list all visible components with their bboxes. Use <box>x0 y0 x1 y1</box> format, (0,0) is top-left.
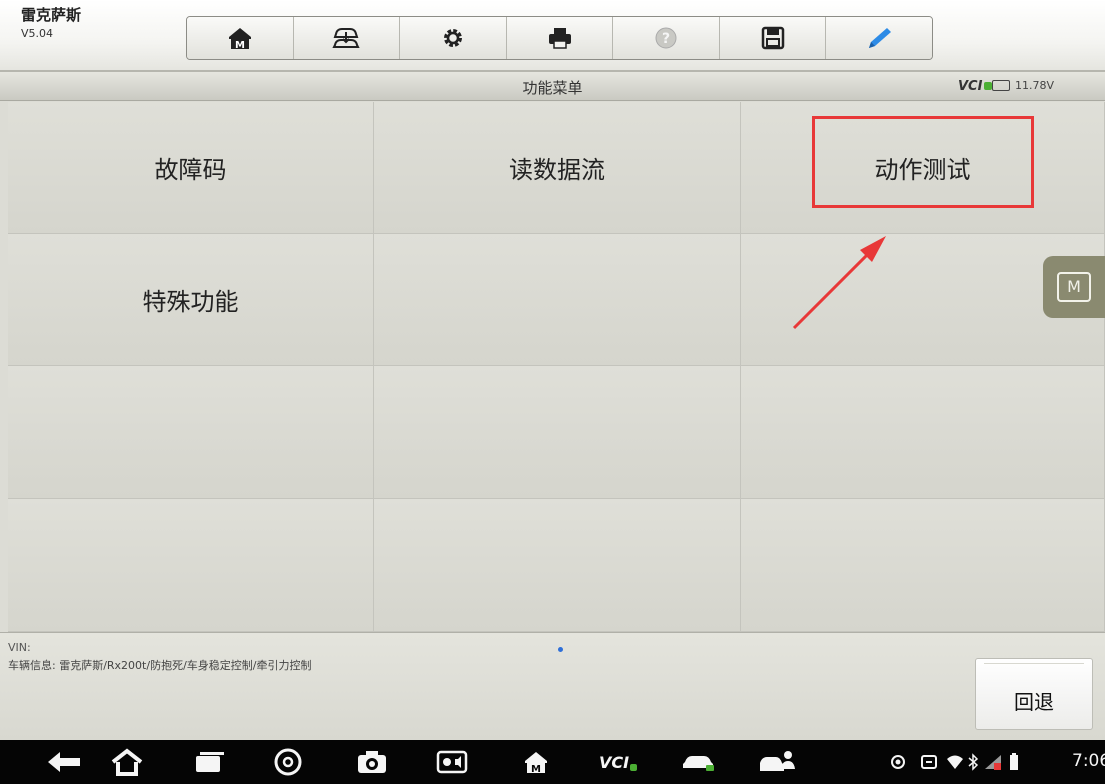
nav-back-button[interactable] <box>44 746 84 778</box>
wifi-status <box>946 746 964 778</box>
title-bar: 功能菜单 VCI 11.78V <box>0 72 1105 101</box>
gear-icon <box>443 29 462 47</box>
help-icon: ? <box>655 27 677 49</box>
vin-label: VIN: <box>8 641 31 654</box>
brand: 雷克萨斯 V5.04 <box>21 6 81 41</box>
app-name: 雷克萨斯 <box>21 6 82 24</box>
info-bar: VIN: 车辆信息: 雷克萨斯/Rx200t/防抱死/车身稳定控制/牵引力控制 … <box>0 632 1105 741</box>
back-arrow-icon <box>48 752 80 772</box>
vehicle-button[interactable] <box>676 746 722 778</box>
nav-home-button[interactable] <box>107 746 147 778</box>
battery-voltage: 11.78V <box>1015 79 1055 92</box>
header: 雷克萨斯 V5.04 M ? <box>0 0 1105 72</box>
home-button[interactable]: M <box>187 17 294 59</box>
menu-item-special-functions[interactable]: 特殊功能 <box>8 234 374 366</box>
menu-item-live-data[interactable]: 读数据流 <box>374 102 741 234</box>
wifi-icon <box>947 755 963 769</box>
vci-status: VCI <box>958 79 993 94</box>
menu-item-empty <box>8 366 374 499</box>
menu-item-label: 特殊功能 <box>142 288 239 316</box>
battery-status <box>1008 746 1020 778</box>
edit-button[interactable] <box>826 17 932 59</box>
vci-button[interactable]: VCI <box>588 746 648 778</box>
printer-icon <box>548 28 571 49</box>
location-icon <box>891 755 905 769</box>
vehicle-swap-icon <box>332 28 360 48</box>
svg-text:M: M <box>235 40 245 50</box>
vehicle-swap-button[interactable] <box>293 17 401 59</box>
toolbar: M ? <box>186 16 933 60</box>
chrome-icon <box>274 748 302 776</box>
battery-icon <box>992 80 1010 91</box>
svg-text:?: ? <box>662 31 670 47</box>
print-button[interactable] <box>506 17 614 59</box>
system-clock: 7:06 <box>1072 751 1105 771</box>
camera-button[interactable] <box>352 746 392 778</box>
vci-label: VCI <box>958 79 983 94</box>
signal-status <box>982 746 1004 778</box>
floating-menu-label: M <box>1057 272 1091 302</box>
link-icon <box>921 755 937 769</box>
back-button-label: 回退 <box>1014 690 1054 714</box>
brightness-volume-icon <box>436 750 468 774</box>
menu-item-empty <box>374 499 741 632</box>
settings-button[interactable] <box>400 17 507 59</box>
menu-item-label: 故障码 <box>154 156 227 184</box>
help-button[interactable]: ? <box>613 17 720 59</box>
recent-apps-icon <box>196 752 224 772</box>
menu-item-label: 读数据流 <box>509 156 605 184</box>
page-indicator <box>558 647 563 652</box>
camera-icon <box>358 751 386 773</box>
menu-item-empty <box>8 499 374 632</box>
page-title: 功能菜单 <box>522 79 583 97</box>
location-status <box>886 746 910 778</box>
save-icon <box>761 26 784 50</box>
link-status <box>918 746 940 778</box>
annotation-arrow-icon <box>792 236 886 330</box>
app-window: 雷克萨斯 V5.04 M ? 功能菜单 VCI 11.78V 故障码 读数据流 … <box>0 0 1105 741</box>
floating-menu-button[interactable]: M <box>1043 256 1105 318</box>
car-user-icon <box>760 751 795 771</box>
pen-icon <box>869 28 892 48</box>
home-icon: M <box>228 28 251 50</box>
svg-text:M: M <box>531 764 541 774</box>
menu-item-empty <box>374 366 741 499</box>
menu-item-empty <box>374 234 741 366</box>
menu-item-dtc[interactable]: 故障码 <box>8 102 374 234</box>
vci-check-icon <box>630 763 638 771</box>
home-outline-icon <box>111 748 143 776</box>
nav-recent-apps-button[interactable] <box>190 746 230 778</box>
bluetooth-status <box>966 746 980 778</box>
back-button[interactable]: 回退 <box>975 658 1093 730</box>
highlight-box <box>812 116 1034 208</box>
battery-status-icon <box>1010 753 1018 770</box>
system-nav-bar: M VCI 7:06 <box>0 740 1105 784</box>
menu-item-empty <box>741 366 1105 499</box>
car-icon <box>683 756 714 771</box>
save-button[interactable] <box>719 17 827 59</box>
browser-button[interactable] <box>268 746 308 778</box>
bluetooth-icon <box>968 753 979 771</box>
app-version: V5.04 <box>21 27 54 40</box>
diag-home-button[interactable]: M <box>516 746 556 778</box>
no-sim-signal-icon <box>985 755 1001 770</box>
home-icon: M <box>525 752 547 774</box>
vci-nav-label: VCI <box>598 752 630 772</box>
vehicle-info: 车辆信息: 雷克萨斯/Rx200t/防抱死/车身稳定控制/牵引力控制 <box>8 659 312 672</box>
remote-service-button[interactable] <box>754 746 800 778</box>
brightness-volume-button[interactable] <box>432 746 472 778</box>
menu-item-empty <box>741 499 1105 632</box>
